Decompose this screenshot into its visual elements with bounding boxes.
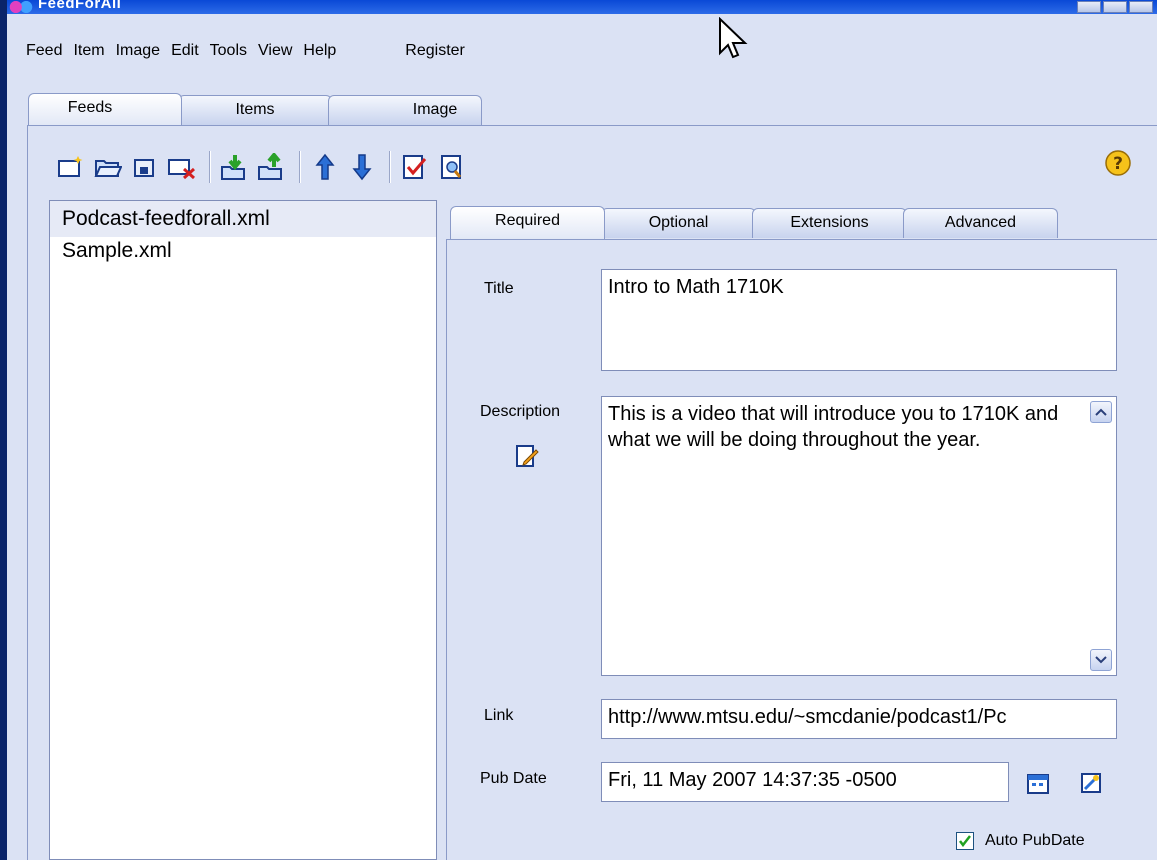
maximize-button[interactable] bbox=[1103, 1, 1127, 13]
tab-required[interactable]: Required bbox=[450, 206, 605, 239]
tab-advanced[interactable]: Advanced bbox=[903, 208, 1058, 238]
menu-help[interactable]: Help bbox=[303, 42, 336, 66]
menu-view[interactable]: View bbox=[258, 42, 292, 66]
pubdate-field[interactable]: Fri, 11 May 2007 14:37:35 -0500 bbox=[601, 762, 1009, 802]
app-logo-icon bbox=[8, 0, 34, 14]
set-date-icon[interactable] bbox=[1075, 767, 1107, 799]
move-down-icon[interactable] bbox=[347, 152, 377, 182]
main-tabs: Feeds Items Image bbox=[28, 93, 482, 125]
toolbar-separator bbox=[389, 151, 391, 183]
toolbar-separator bbox=[299, 151, 301, 183]
list-item[interactable]: Sample.xml bbox=[50, 237, 436, 267]
tab-label: Image bbox=[412, 101, 458, 118]
open-folder-icon[interactable] bbox=[93, 152, 123, 182]
svg-text:?: ? bbox=[1113, 154, 1123, 174]
title-field[interactable]: Intro to Math 1710K bbox=[601, 269, 1117, 371]
tab-image[interactable]: Image bbox=[328, 95, 482, 125]
window-title: FeedForAll bbox=[38, 0, 122, 12]
scroll-down-button[interactable] bbox=[1090, 649, 1112, 671]
close-button[interactable] bbox=[1129, 1, 1153, 13]
toolbar-separator bbox=[209, 151, 211, 183]
toolbar bbox=[56, 146, 474, 188]
new-feed-icon[interactable] bbox=[56, 152, 86, 182]
tab-label: Items bbox=[235, 101, 275, 118]
import-icon[interactable] bbox=[220, 152, 250, 182]
menu-image[interactable]: Image bbox=[116, 42, 160, 66]
validate-icon[interactable] bbox=[400, 152, 430, 182]
menu-register[interactable]: Register bbox=[405, 42, 465, 66]
scroll-up-button[interactable] bbox=[1090, 401, 1112, 423]
tab-extensions[interactable]: Extensions bbox=[752, 208, 907, 238]
feed-detail-tabs: Required Optional Extensions Advanced bbox=[450, 206, 1058, 240]
title-bar[interactable]: FeedForAll bbox=[0, 0, 1157, 14]
list-item[interactable]: Podcast-feedforall.xml bbox=[50, 201, 436, 237]
description-text: This is a video that will introduce you … bbox=[608, 403, 1059, 451]
help-icon[interactable]: ? bbox=[1103, 148, 1133, 178]
preview-icon[interactable] bbox=[437, 152, 467, 182]
auto-pubdate-checkbox[interactable] bbox=[956, 832, 974, 850]
move-up-icon[interactable] bbox=[310, 152, 340, 182]
export-icon[interactable] bbox=[257, 152, 287, 182]
app-window: FeedForAll Feed Item Image Edit Tools Vi… bbox=[0, 0, 1157, 860]
calendar-icon[interactable] bbox=[1022, 767, 1054, 799]
menu-tools[interactable]: Tools bbox=[210, 42, 247, 66]
save-icon[interactable] bbox=[130, 152, 160, 182]
menu-item[interactable]: Item bbox=[73, 42, 104, 66]
link-label: Link bbox=[484, 707, 514, 724]
minimize-button[interactable] bbox=[1077, 1, 1101, 13]
description-scrollbar[interactable] bbox=[1086, 397, 1116, 675]
description-label: Description bbox=[480, 403, 561, 420]
tab-optional[interactable]: Optional bbox=[601, 208, 756, 238]
link-field[interactable]: http://www.mtsu.edu/~smcdanie/podcast1/P… bbox=[601, 699, 1117, 739]
tab-label: Feeds bbox=[67, 99, 113, 116]
auto-pubdate-label: Auto PubDate bbox=[985, 832, 1085, 849]
edit-description-icon[interactable] bbox=[511, 440, 543, 472]
close-feed-icon[interactable] bbox=[167, 152, 197, 182]
window-border bbox=[0, 0, 7, 860]
menu-edit[interactable]: Edit bbox=[171, 42, 199, 66]
menu-bar: Feed Item Image Edit Tools View Help Reg… bbox=[26, 42, 476, 66]
pubdate-label: Pub Date bbox=[480, 770, 547, 787]
tab-feeds[interactable]: Feeds bbox=[28, 93, 182, 125]
mouse-cursor-icon bbox=[718, 16, 750, 66]
title-label: Title bbox=[484, 280, 514, 297]
tab-items[interactable]: Items bbox=[178, 95, 332, 125]
description-field[interactable]: This is a video that will introduce you … bbox=[601, 396, 1117, 676]
menu-feed[interactable]: Feed bbox=[26, 42, 62, 66]
feed-file-list: Podcast-feedforall.xml Sample.xml bbox=[49, 200, 437, 860]
